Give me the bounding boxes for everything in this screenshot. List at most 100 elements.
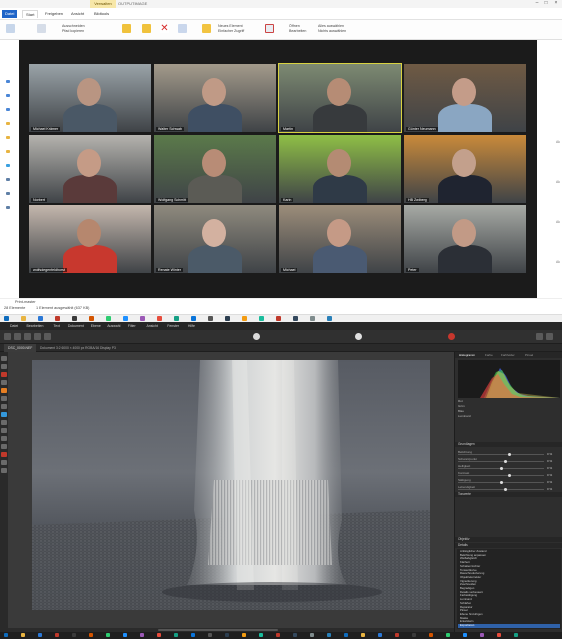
taskbar-app-icon[interactable] bbox=[259, 633, 263, 637]
slider-knob[interactable] bbox=[508, 474, 512, 477]
participant-tile[interactable]: Norbert bbox=[29, 135, 151, 203]
tool-icon[interactable] bbox=[1, 356, 7, 361]
menu-item[interactable]: Ebene bbox=[91, 324, 101, 328]
taskbar-app-icon[interactable] bbox=[191, 633, 195, 637]
close-icon[interactable]: × bbox=[553, 1, 559, 6]
taskbar-app-icon[interactable] bbox=[446, 633, 450, 637]
taskbar-app-icon[interactable] bbox=[72, 633, 76, 637]
pin-icon[interactable] bbox=[6, 24, 15, 33]
taskbar-app-icon[interactable] bbox=[225, 633, 229, 637]
tool-icon[interactable] bbox=[1, 452, 7, 457]
tool-icon[interactable] bbox=[1, 380, 7, 385]
history-item[interactable]: Exportieren bbox=[458, 624, 560, 628]
minimize-icon[interactable]: – bbox=[534, 1, 540, 6]
tab-color[interactable]: Farbe bbox=[485, 353, 493, 357]
adjustment-slider[interactable] bbox=[458, 488, 544, 491]
tool-icon[interactable] bbox=[1, 444, 7, 449]
taskbar-app-icon[interactable] bbox=[55, 633, 59, 637]
tab-start[interactable]: Start bbox=[22, 10, 39, 18]
taskbar-app-icon[interactable] bbox=[310, 633, 314, 637]
taskbar-app-icon[interactable] bbox=[310, 316, 315, 321]
photo-canvas[interactable] bbox=[32, 360, 430, 610]
participant-tile[interactable]: Michael bbox=[279, 205, 401, 273]
taskbar-app-icon[interactable] bbox=[174, 316, 179, 321]
adjustment-slider[interactable] bbox=[458, 481, 544, 484]
desktop-icon[interactable] bbox=[6, 94, 10, 97]
canvas-area[interactable] bbox=[8, 352, 454, 632]
menu-item[interactable]: Text bbox=[54, 324, 60, 328]
taskbar-app-icon[interactable] bbox=[191, 316, 196, 321]
participant-tile[interactable]: Renate Winter bbox=[154, 205, 276, 273]
section-header[interactable]: Grundlagen bbox=[455, 442, 562, 447]
adjustment-slider[interactable] bbox=[458, 474, 544, 477]
participant-tile[interactable]: Walter Schwab bbox=[154, 64, 276, 132]
document-tab[interactable]: DSC_0000.NEF bbox=[4, 344, 37, 352]
network-icon[interactable] bbox=[6, 206, 10, 209]
slider-knob[interactable] bbox=[503, 488, 507, 491]
this-pc-icon[interactable] bbox=[6, 178, 10, 181]
taskbar-app-icon[interactable] bbox=[89, 633, 93, 637]
taskbar-app-icon[interactable] bbox=[276, 633, 280, 637]
delete-icon[interactable]: ✕ bbox=[160, 24, 169, 34]
tool-icon[interactable] bbox=[1, 372, 7, 377]
taskbar-app-icon[interactable] bbox=[140, 316, 145, 321]
tab-brushes[interactable]: Pinsel bbox=[525, 353, 533, 357]
easy-access-button[interactable]: Einfacher Zugriff bbox=[218, 29, 244, 34]
develop-button-icon[interactable] bbox=[355, 333, 362, 340]
documents-icon[interactable] bbox=[6, 122, 10, 125]
tool-icon[interactable] bbox=[1, 428, 7, 433]
taskbar-app-icon[interactable] bbox=[21, 633, 25, 637]
taskbar-app-icon[interactable] bbox=[174, 633, 178, 637]
taskbar-app-icon[interactable] bbox=[55, 316, 60, 321]
slider-knob[interactable] bbox=[503, 460, 507, 463]
adjustment-slider[interactable] bbox=[458, 460, 544, 463]
taskbar-app-icon[interactable] bbox=[327, 316, 332, 321]
adjustment-slider[interactable] bbox=[458, 467, 544, 470]
tab-view[interactable]: Ansicht bbox=[68, 10, 87, 18]
taskbar-app-icon[interactable] bbox=[497, 633, 501, 637]
copy-to-icon[interactable] bbox=[142, 24, 151, 33]
tool-icon[interactable] bbox=[1, 396, 7, 401]
move-to-icon[interactable] bbox=[122, 24, 131, 33]
taskbar-app-icon[interactable] bbox=[89, 316, 94, 321]
slider-knob[interactable] bbox=[499, 467, 503, 470]
assistant-icon[interactable] bbox=[546, 333, 553, 340]
taskbar-app-icon[interactable] bbox=[395, 633, 399, 637]
participant-tile[interactable]: Wolfgang Schmitt bbox=[154, 135, 276, 203]
maximize-icon[interactable]: □ bbox=[543, 1, 549, 6]
taskbar-app-icon[interactable] bbox=[140, 633, 144, 637]
tool-icon[interactable] bbox=[1, 436, 7, 441]
menu-item[interactable]: Bearbeiten bbox=[27, 324, 44, 328]
taskbar-app-icon[interactable] bbox=[463, 633, 467, 637]
tab-file[interactable]: Datei bbox=[2, 10, 18, 18]
panel-toggle-icon[interactable] bbox=[536, 333, 543, 340]
copy-path-button[interactable]: Pfad kopieren bbox=[62, 29, 84, 34]
slider-knob[interactable] bbox=[508, 453, 512, 456]
view-icon[interactable] bbox=[253, 333, 260, 340]
taskbar-app-icon[interactable] bbox=[259, 316, 264, 321]
taskbar-app-icon[interactable] bbox=[72, 316, 77, 321]
liquify-persona-icon[interactable] bbox=[24, 333, 31, 340]
drive-icon[interactable] bbox=[6, 192, 10, 195]
taskbar-app-icon[interactable] bbox=[429, 633, 433, 637]
taskbar-app-icon[interactable] bbox=[208, 316, 213, 321]
taskbar-app-icon[interactable] bbox=[361, 633, 365, 637]
taskbar-app-icon[interactable] bbox=[157, 633, 161, 637]
tool-icon[interactable] bbox=[1, 388, 7, 393]
new-folder-icon[interactable] bbox=[202, 24, 211, 33]
tab-share[interactable]: Freigeben bbox=[42, 10, 66, 18]
participant-tile[interactable]: Peter bbox=[404, 205, 526, 273]
menu-item[interactable]: Auswahl bbox=[107, 324, 120, 328]
taskbar-app-icon[interactable] bbox=[38, 316, 43, 321]
quick-access-icon[interactable] bbox=[6, 80, 10, 83]
taskbar-app-icon[interactable] bbox=[344, 633, 348, 637]
menu-item[interactable]: Hilfe bbox=[188, 324, 195, 328]
section-header[interactable]: Tonwerte bbox=[455, 492, 562, 497]
photo-persona-icon[interactable] bbox=[14, 333, 21, 340]
participant-tile[interactable]: wolfsdegenfeldhorst bbox=[29, 205, 151, 273]
tab-picture-tools[interactable]: Bildtools bbox=[91, 10, 112, 18]
tab-histogram[interactable]: Histogramm bbox=[459, 353, 475, 357]
taskbar-app-icon[interactable] bbox=[21, 316, 26, 321]
slider-knob[interactable] bbox=[499, 481, 503, 484]
context-tab-manage[interactable]: Verwalten bbox=[90, 0, 116, 8]
